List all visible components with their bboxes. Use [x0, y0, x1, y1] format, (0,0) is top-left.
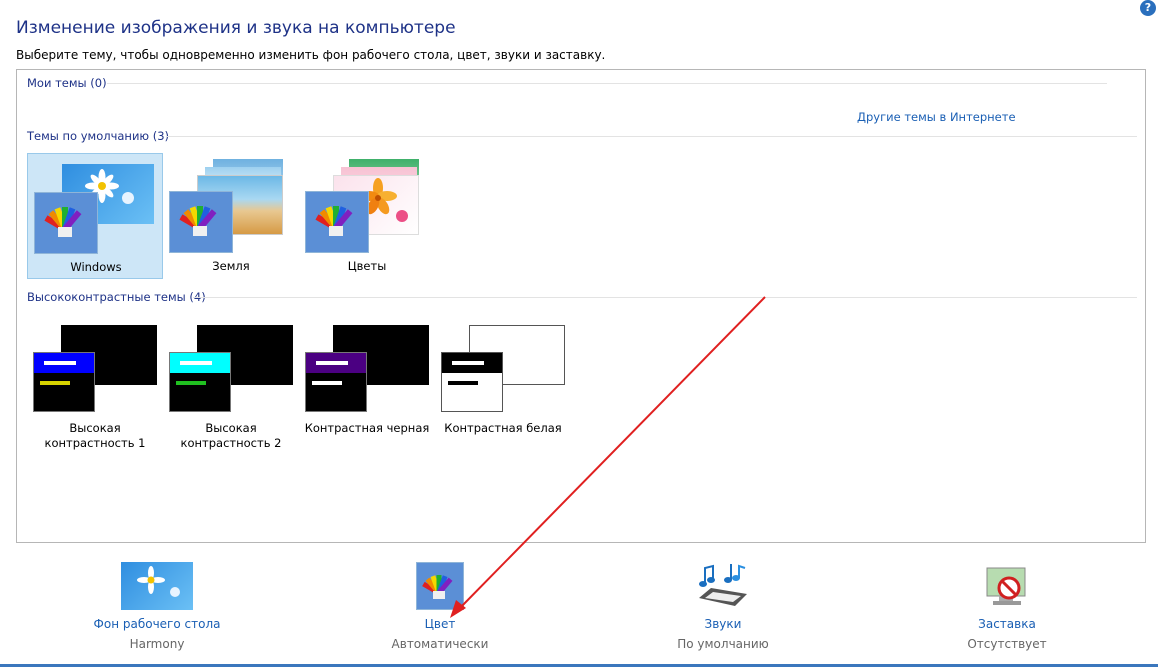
annotation-arrow	[450, 296, 766, 618]
